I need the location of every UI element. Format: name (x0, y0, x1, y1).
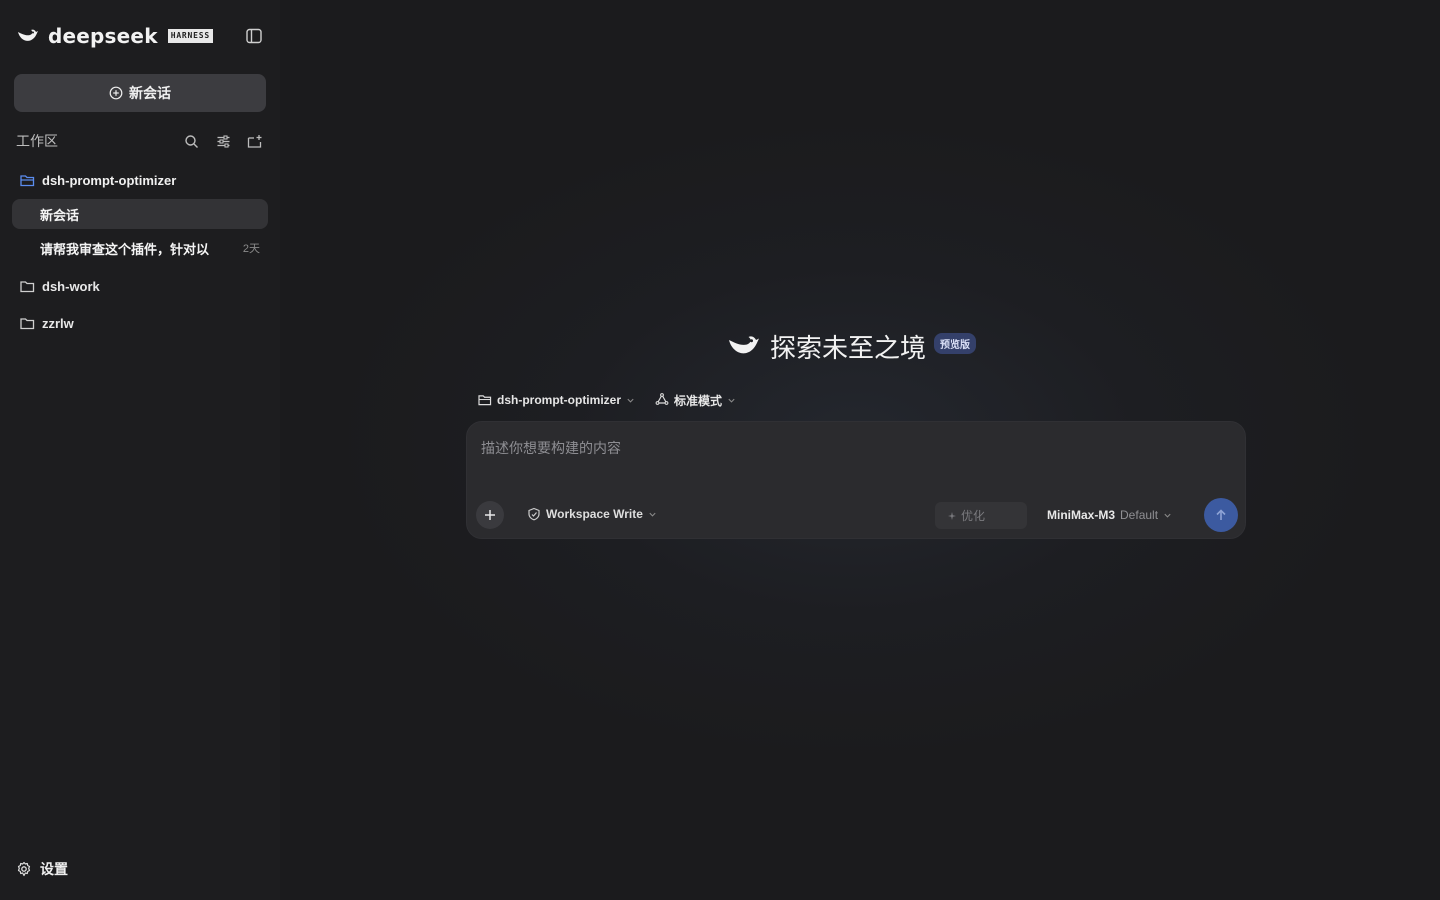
model-selector[interactable]: MiniMax-M3 Default (1047, 508, 1172, 522)
chevron-down-icon (627, 398, 634, 403)
model-tag: Default (1120, 508, 1159, 522)
chat-title: 请帮我审查这个插件，针对以 (40, 241, 210, 257)
folder-label: zzrlw (42, 315, 74, 331)
sidebar: deepseek HARNESS 新会话 工作区 dsh-prompt-opti… (0, 0, 280, 900)
send-button[interactable] (1204, 498, 1238, 532)
composer-selectors: dsh-prompt-optimizer 标准模式 (478, 390, 736, 410)
search-button[interactable] (182, 132, 200, 150)
search-icon (184, 134, 198, 148)
settings-label: 设置 (40, 861, 68, 877)
collapse-sidebar-button[interactable] (244, 26, 264, 46)
filter-icon (217, 134, 229, 148)
workspace-header: 工作区 (16, 130, 266, 152)
filter-button[interactable] (214, 132, 232, 150)
shield-edit-icon (528, 507, 540, 521)
folder-label: dsh-prompt-optimizer (42, 172, 177, 188)
new-folder-button[interactable] (246, 132, 264, 150)
new-chat-label: 新会话 (129, 85, 171, 101)
mode-selector-label: 标准模式 (674, 393, 723, 408)
hero: 探索未至之境 预览版 (726, 326, 977, 366)
plus-circle-icon (109, 86, 123, 100)
new-chat-button[interactable]: 新会话 (14, 74, 266, 112)
main-area: 探索未至之境 预览版 dsh-prompt-optimizer 标准模式 描述你… (280, 0, 1440, 900)
chevron-down-icon (728, 398, 735, 403)
folder-icon (20, 315, 36, 331)
arrow-up-icon (1216, 509, 1226, 520)
new-folder-icon (247, 134, 262, 148)
brand-name: deepseek (48, 24, 158, 48)
brand: deepseek HARNESS (16, 24, 214, 48)
hero-title: 探索未至之境 (770, 333, 927, 364)
mode-selector[interactable]: 标准模式 (655, 392, 736, 409)
permission-selector[interactable]: Workspace Write (527, 507, 657, 521)
chevron-down-icon (1164, 513, 1171, 518)
settings-button[interactable]: 设置 (16, 858, 68, 880)
workspace-selector-label: dsh-prompt-optimizer (497, 393, 621, 407)
folder-dsh-work[interactable]: dsh-work (12, 271, 268, 301)
workspace-selector[interactable]: dsh-prompt-optimizer (478, 393, 635, 407)
deepseek-logo-icon (729, 336, 759, 354)
model-name: MiniMax-M3 (1047, 508, 1116, 522)
optimize-button[interactable]: 优化 (935, 502, 1027, 529)
deepseek-logo-icon (18, 29, 38, 41)
workspace-title: 工作区 (16, 133, 58, 149)
folder-icon (478, 395, 492, 406)
chevron-down-icon (649, 512, 656, 517)
workspace-tools (182, 132, 266, 150)
permission-label: Workspace Write (546, 507, 643, 521)
composer: Workspace Write 优化 MiniMax-M3 Default (466, 421, 1246, 539)
gear-icon (17, 861, 31, 877)
folder-zzrlw[interactable]: zzrlw (12, 308, 268, 338)
chat-item-new[interactable]: 新会话 (12, 199, 268, 229)
prompt-input[interactable] (481, 438, 1221, 488)
folder-dsh-prompt-optimizer[interactable]: dsh-prompt-optimizer (12, 165, 268, 195)
optimize-label: 优化 (961, 509, 986, 523)
folder-open-icon (20, 172, 36, 188)
chat-item-review-plugin[interactable]: 请帮我审查这个插件，针对以 2天 (12, 233, 268, 263)
cycle-icon (655, 393, 669, 405)
sparkle-icon (948, 511, 956, 520)
preview-badge: 预览版 (934, 332, 977, 354)
folder-icon (20, 278, 36, 294)
brand-badge: HARNESS (167, 29, 214, 43)
chat-age: 2天 (242, 243, 260, 255)
chat-title: 新会话 (40, 207, 80, 223)
sidebar-toggle-icon (246, 28, 262, 44)
folder-label: dsh-work (42, 278, 100, 294)
attach-button[interactable] (476, 501, 504, 529)
plus-icon (485, 510, 495, 520)
